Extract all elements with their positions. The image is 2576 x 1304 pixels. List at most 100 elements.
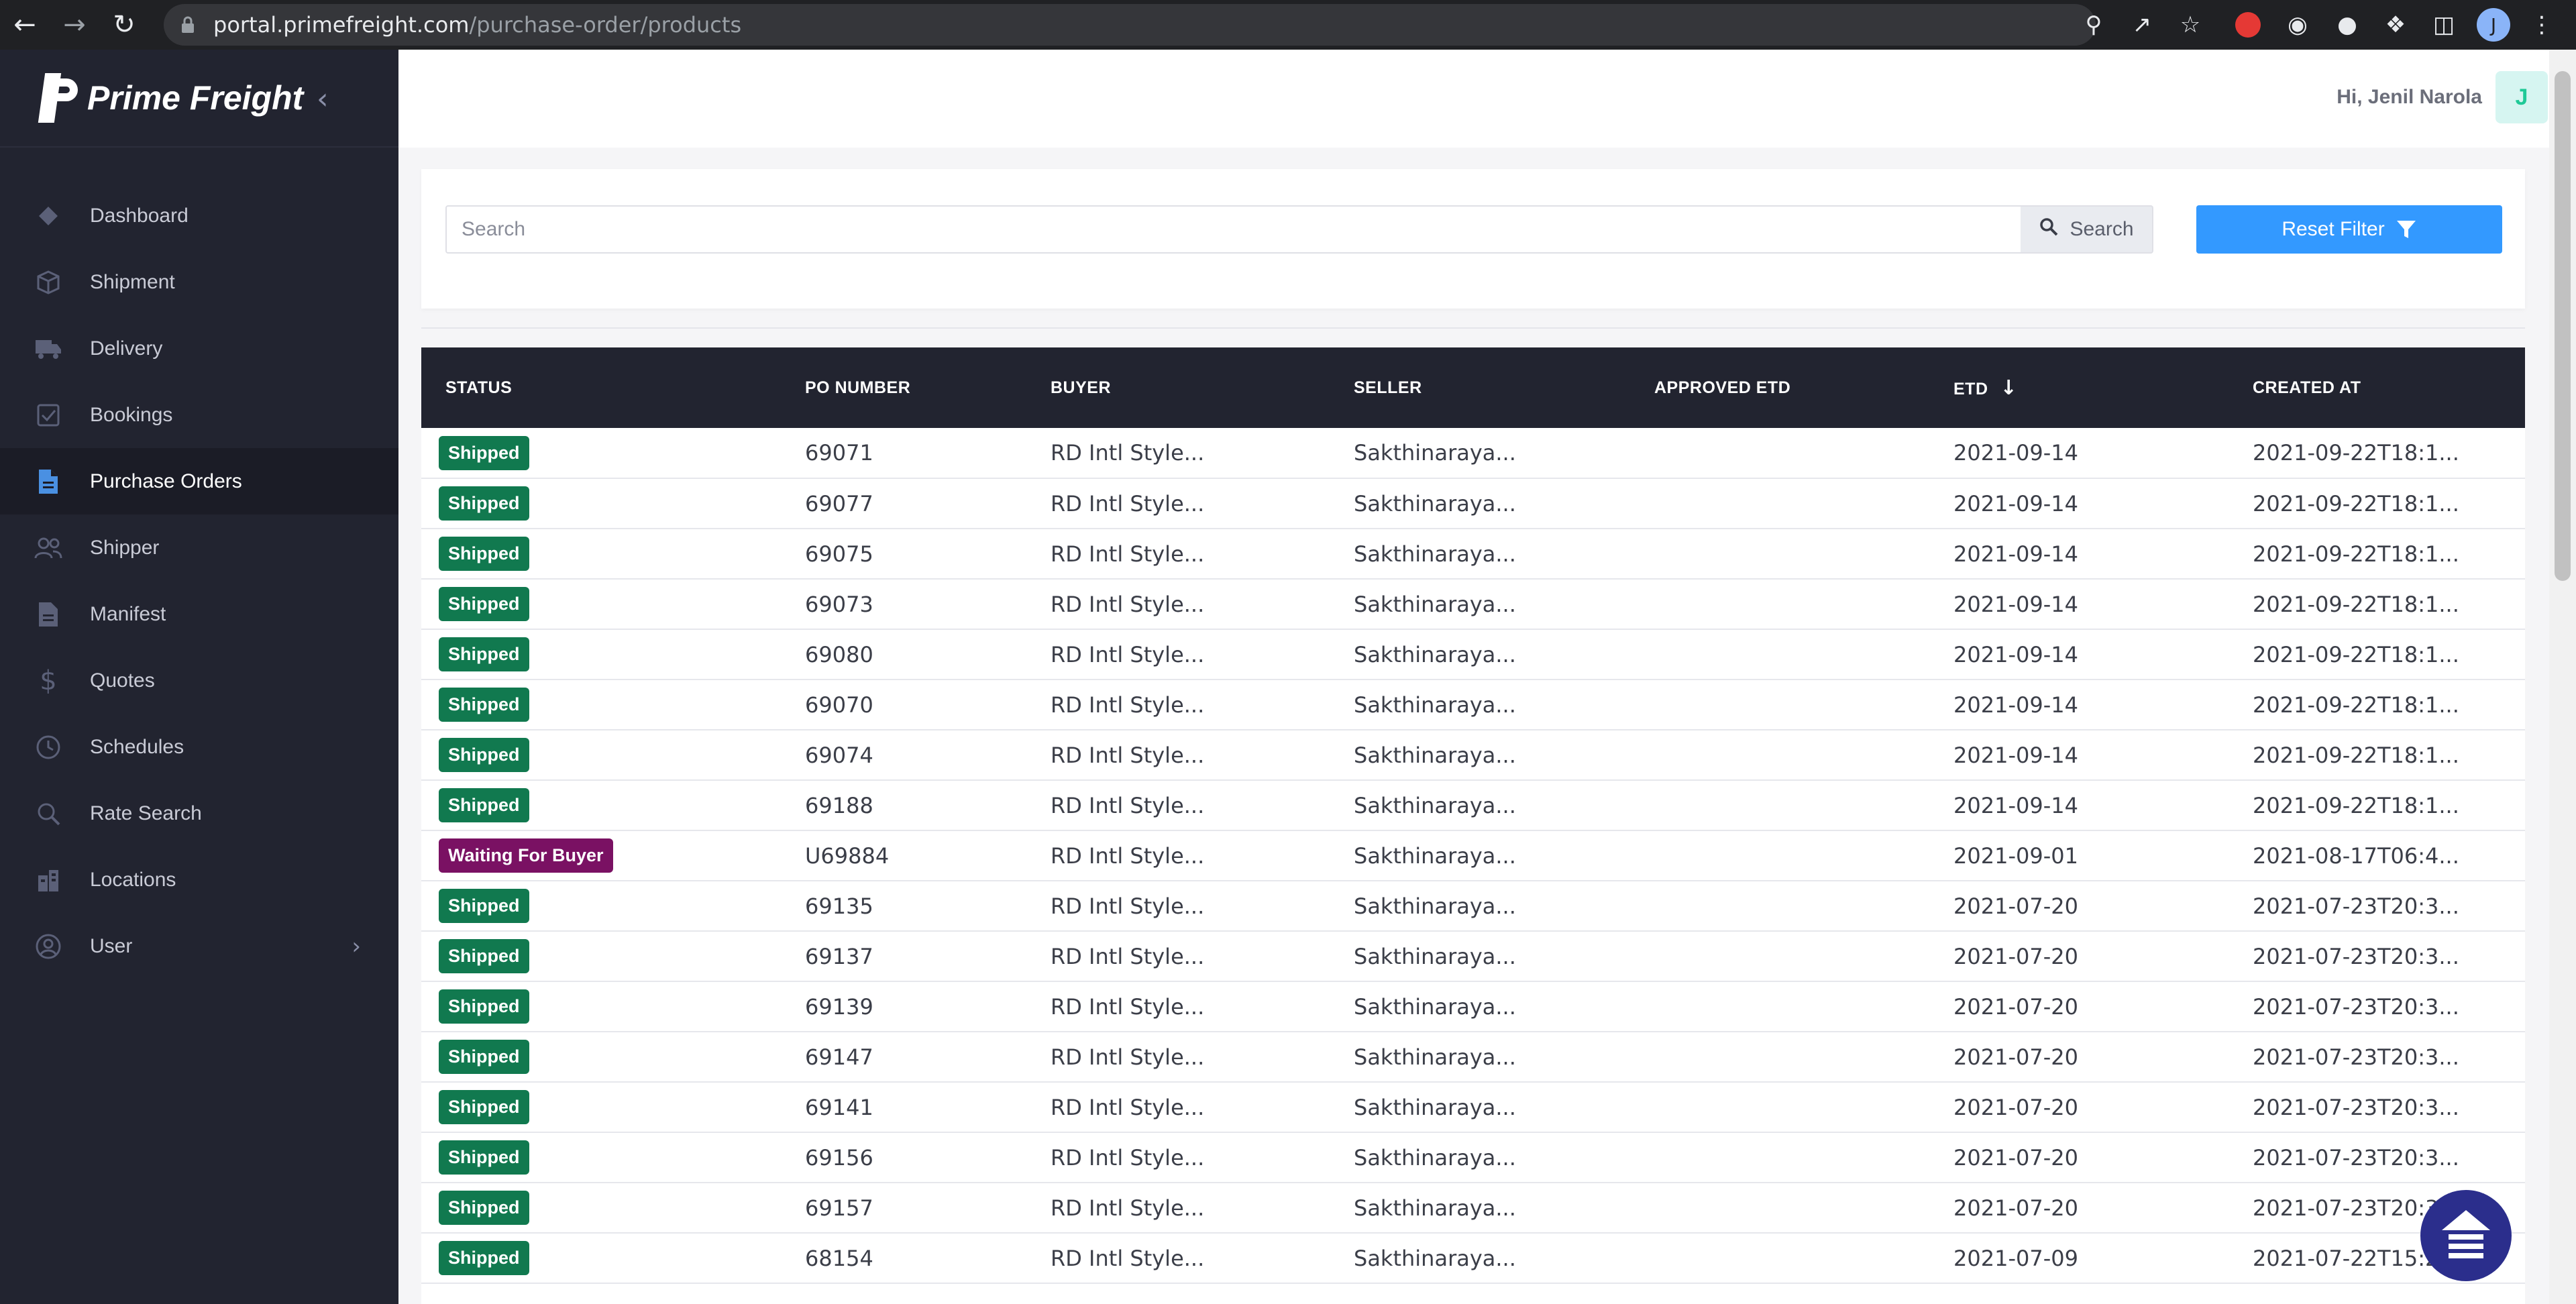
table-row[interactable]: Shipped 69139 RD Intl Style... Sakthinaraya… — [421, 981, 2525, 1032]
table-row[interactable]: Shipped 69080 RD Intl Style... Sakthinaraya… — [421, 629, 2525, 680]
cell-status: Shipped — [421, 680, 781, 730]
cell-seller: Sakthinaraya... — [1354, 993, 1516, 1020]
cell-po-number: 68154 — [805, 1245, 873, 1271]
table-row[interactable]: Shipped 69188 RD Intl Style... Sakthinaraya… — [421, 780, 2525, 830]
cell-po-number: 69141 — [805, 1094, 873, 1120]
sidebar-item-quotes[interactable]: $ Quotes — [0, 647, 398, 714]
cell-etd: 2021-09-14 — [1953, 641, 2078, 667]
cell-status: Shipped — [421, 1032, 781, 1082]
table-row[interactable]: Shipped 68154 RD Intl Style... Sakthinaraya… — [421, 1233, 2525, 1283]
puzzle-icon[interactable]: ❖ — [2373, 0, 2418, 50]
cell-buyer: RD Intl Style... — [1051, 641, 1205, 667]
cell-seller: Sakthinaraya... — [1354, 893, 1516, 919]
extension-icon[interactable]: ◉ — [2275, 0, 2320, 50]
table-row[interactable]: Shipped 69141 RD Intl Style... Sakthinaraya… — [421, 1082, 2525, 1132]
sidebar-item-user[interactable]: User › — [0, 913, 398, 979]
address-bar[interactable]: portal.primefreight.com/purchase-order/p… — [164, 4, 2096, 46]
cell-po-number: 69139 — [805, 993, 873, 1020]
logo[interactable]: Prime Freight ‹ — [0, 50, 398, 148]
table-row[interactable]: Shipped 69071 RD Intl Style... Sakthinaraya… — [421, 428, 2525, 478]
table-row[interactable]: Shipped 69073 RD Intl Style... Sakthinaraya… — [421, 579, 2525, 629]
collapse-chevron-icon[interactable]: ‹ — [317, 82, 329, 116]
table-header-row: STATUS PO NUMBER BUYER SELLER APPROVED E… — [421, 347, 2525, 428]
table-row[interactable]: Shipped 69074 RD Intl Style... Sakthinaraya… — [421, 730, 2525, 780]
column-header-approved-etd[interactable]: APPROVED ETD — [1630, 347, 1929, 428]
sidebar-item-purchase-orders[interactable]: Purchase Orders — [0, 448, 398, 514]
cell-po-number: 69073 — [805, 591, 873, 617]
cell-approved-etd — [1630, 579, 1929, 629]
scrollbar-thumb[interactable] — [2555, 71, 2571, 581]
sidebar-item-rate-search[interactable]: Rate Search — [0, 780, 398, 847]
reset-filter-button[interactable]: Reset Filter — [2196, 205, 2502, 254]
cell-seller: Sakthinaraya... — [1354, 1144, 1516, 1171]
sidepanel-icon[interactable]: ◫ — [2422, 0, 2466, 50]
sidebar-item-label: Quotes — [90, 669, 155, 692]
column-header-seller[interactable]: SELLER — [1330, 347, 1630, 428]
table-row[interactable]: Shipped 69077 RD Intl Style... Sakthinaraya… — [421, 478, 2525, 529]
users-icon — [34, 533, 63, 563]
cell-buyer: RD Intl Style... — [1051, 943, 1205, 969]
sidebar-item-dashboard[interactable]: Dashboard — [0, 182, 398, 249]
cookie-icon[interactable]: ● — [2325, 0, 2369, 50]
page-scrollbar[interactable] — [2549, 50, 2576, 1304]
table-row[interactable]: Shipped 69137 RD Intl Style... Sakthinaraya… — [421, 931, 2525, 981]
adblock-extension-icon[interactable] — [2226, 0, 2270, 50]
sidebar-item-schedules[interactable]: Schedules — [0, 714, 398, 780]
user-avatar[interactable]: J — [2496, 71, 2548, 123]
cell-created-at: 2021-07-23T20:3... — [2253, 943, 2459, 969]
column-header-etd[interactable]: ETD ↓ — [1929, 347, 2229, 428]
table-row[interactable]: Shipped 69147 RD Intl Style... Sakthinaraya… — [421, 1032, 2525, 1082]
forward-icon[interactable]: → — [50, 0, 99, 50]
cell-etd: 2021-09-14 — [1953, 591, 2078, 617]
cell-approved-etd — [1630, 1032, 1929, 1082]
cell-created-at: 2021-07-23T20:3... — [2253, 1144, 2459, 1171]
cell-created-at: 2021-07-23T20:3... — [2253, 893, 2459, 919]
profile-avatar[interactable]: J — [2471, 0, 2516, 50]
url-host: portal.primefreight.com — [213, 12, 470, 38]
table-row[interactable]: Waiting For Buyer U69884 RD Intl Style... S… — [421, 830, 2525, 881]
cell-etd: 2021-09-14 — [1953, 440, 2078, 466]
building-icon — [34, 865, 63, 895]
sidebar-item-shipment[interactable]: Shipment — [0, 249, 398, 315]
cell-seller: Sakthinaraya... — [1354, 792, 1516, 818]
column-header-po-number[interactable]: PO NUMBER — [781, 347, 1026, 428]
cell-buyer: RD Intl Style... — [1051, 541, 1205, 567]
status-badge: Shipped — [439, 889, 529, 923]
share-icon[interactable]: ↗ — [2120, 0, 2164, 50]
reload-icon[interactable]: ↻ — [99, 0, 149, 50]
cell-etd: 2021-09-14 — [1953, 692, 2078, 718]
cell-po-number: 69070 — [805, 692, 873, 718]
cell-created-at: 2021-08-17T06:4... — [2253, 843, 2459, 869]
column-header-buyer[interactable]: BUYER — [1026, 347, 1330, 428]
table-row[interactable]: Shipped 69157 RD Intl Style... Sakthinaraya… — [421, 1183, 2525, 1233]
cell-seller: Sakthinaraya... — [1354, 1195, 1516, 1221]
table-row[interactable]: Shipped 69135 RD Intl Style... Sakthinaraya… — [421, 881, 2525, 931]
back-icon[interactable]: ← — [0, 0, 50, 50]
cell-etd: 2021-07-20 — [1953, 993, 2078, 1020]
search-button[interactable]: Search — [2021, 205, 2153, 254]
cell-seller: Sakthinaraya... — [1354, 1094, 1516, 1120]
sidebar-item-delivery[interactable]: Delivery — [0, 315, 398, 382]
cell-approved-etd — [1630, 629, 1929, 680]
cell-approved-etd — [1630, 529, 1929, 579]
menu-dots-icon[interactable]: ⋮ — [2520, 0, 2564, 50]
cell-status: Shipped — [421, 780, 781, 830]
cell-seller: Sakthinaraya... — [1354, 1044, 1516, 1070]
table-row[interactable]: Shipped 69156 RD Intl Style... Sakthinaraya… — [421, 1132, 2525, 1183]
key-icon[interactable]: ⚲ — [2072, 0, 2116, 50]
sidebar-item-manifest[interactable]: Manifest — [0, 581, 398, 647]
sidebar-item-shipper[interactable]: Shipper — [0, 514, 398, 581]
column-header-created-at[interactable]: CREATED AT — [2229, 347, 2525, 428]
star-icon[interactable]: ☆ — [2168, 0, 2212, 50]
table-row[interactable]: Shipped 69075 RD Intl Style... Sakthinaraya… — [421, 529, 2525, 579]
cell-buyer: RD Intl Style... — [1051, 440, 1205, 466]
search-input[interactable] — [445, 205, 2039, 254]
cell-buyer: RD Intl Style... — [1051, 1094, 1205, 1120]
sidebar-item-bookings[interactable]: Bookings — [0, 382, 398, 448]
status-badge: Shipped — [439, 1241, 529, 1275]
sidebar-item-locations[interactable]: Locations — [0, 847, 398, 913]
table-row[interactable]: Shipped 69070 RD Intl Style... Sakthinaraya… — [421, 680, 2525, 730]
column-header-status[interactable]: STATUS — [421, 347, 781, 428]
help-widget-icon[interactable] — [2420, 1190, 2512, 1281]
cell-buyer: RD Intl Style... — [1051, 490, 1205, 517]
